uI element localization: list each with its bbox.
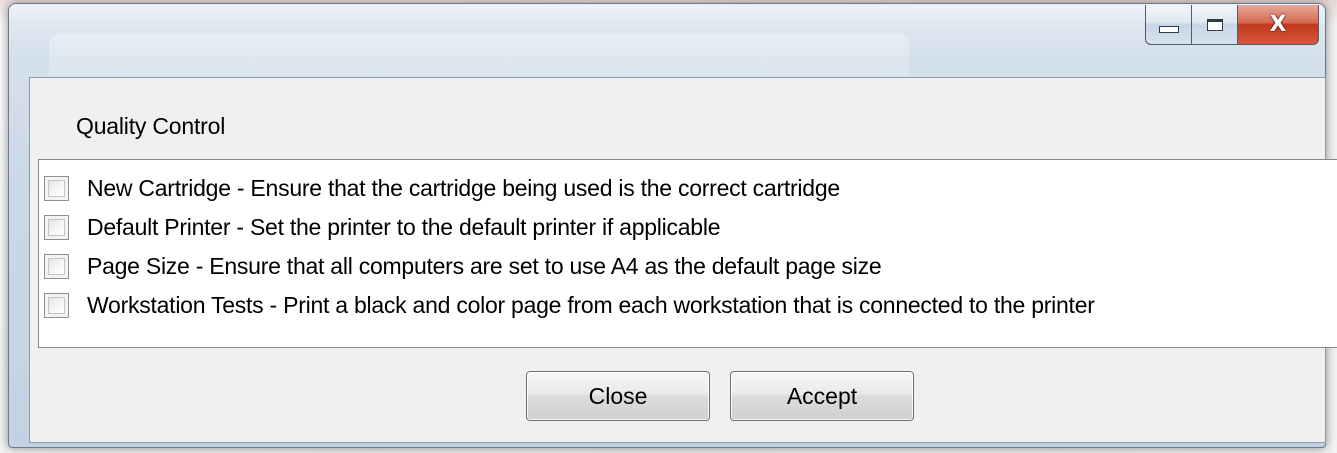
quality-control-dialog: X Quality Control New Cartridge - Ensure… bbox=[8, 3, 1337, 448]
checkbox[interactable] bbox=[44, 215, 69, 240]
page-title: Quality Control bbox=[76, 113, 226, 139]
dialog-button-row: Close Accept bbox=[30, 371, 1325, 421]
close-button[interactable]: Close bbox=[526, 371, 710, 421]
checkbox[interactable] bbox=[44, 293, 69, 318]
caption-buttons: X bbox=[1145, 5, 1319, 45]
checklist-item-label[interactable]: New Cartridge - Ensure that the cartridg… bbox=[87, 175, 840, 202]
dialog-client-area: Quality Control New Cartridge - Ensure t… bbox=[29, 77, 1337, 443]
close-icon: X bbox=[1269, 11, 1287, 37]
checklist-item-default-printer[interactable]: Default Printer - Set the printer to the… bbox=[39, 208, 1337, 247]
title-bar[interactable] bbox=[9, 4, 1325, 124]
checklist-box: New Cartridge - Ensure that the cartridg… bbox=[38, 159, 1337, 348]
maximize-icon bbox=[1206, 18, 1223, 31]
checklist-item-label[interactable]: Page Size - Ensure that all computers ar… bbox=[87, 253, 882, 280]
checkbox[interactable] bbox=[44, 176, 69, 201]
checklist-item-new-cartridge[interactable]: New Cartridge - Ensure that the cartridg… bbox=[39, 169, 1337, 208]
checkbox[interactable] bbox=[44, 254, 69, 279]
maximize-button[interactable] bbox=[1191, 5, 1237, 45]
checklist-item-workstation-tests[interactable]: Workstation Tests - Print a black and co… bbox=[39, 286, 1337, 325]
accept-button[interactable]: Accept bbox=[730, 371, 914, 421]
checklist-item-page-size[interactable]: Page Size - Ensure that all computers ar… bbox=[39, 247, 1337, 286]
checklist-item-label[interactable]: Workstation Tests - Print a black and co… bbox=[87, 292, 1095, 319]
minimize-button[interactable] bbox=[1145, 5, 1191, 45]
window-close-button[interactable]: X bbox=[1237, 5, 1319, 45]
checklist-item-label[interactable]: Default Printer - Set the printer to the… bbox=[87, 214, 721, 241]
minimize-icon bbox=[1158, 26, 1179, 33]
